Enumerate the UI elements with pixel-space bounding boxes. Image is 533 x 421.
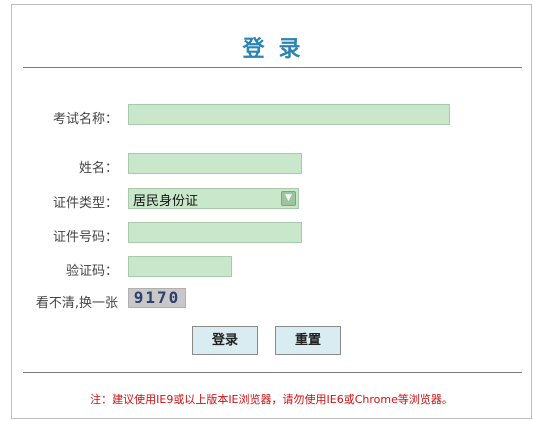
reset-button[interactable]: 重置 <box>275 326 341 355</box>
page-title: 登录 <box>242 37 315 62</box>
id-type-selected-value: 居民身份证 <box>133 194 199 209</box>
name-label: 姓名： <box>78 161 118 176</box>
captcha-input[interactable] <box>128 256 232 277</box>
browser-note: 注：建议使用IE9或以上版本IE浏览器，请勿使用IE6或Chrome等浏览器。 <box>90 393 453 406</box>
captcha-refresh-link[interactable]: 看不清,换一张 <box>12 292 118 311</box>
captcha-image[interactable]: 9170 <box>128 288 186 308</box>
login-panel: 登录 考试名称： 姓名： 证件类型： 居民身份证 ▼ 证件号码： 验证码： 看不… <box>11 4 532 419</box>
login-button[interactable]: 登录 <box>192 326 258 355</box>
id-number-input[interactable] <box>128 222 302 243</box>
exam-name-input[interactable] <box>128 104 450 125</box>
name-input[interactable] <box>128 153 302 174</box>
id-number-label: 证件号码： <box>52 230 118 245</box>
captcha-label: 验证码： <box>65 264 118 279</box>
id-type-label: 证件类型： <box>52 196 118 211</box>
id-type-select[interactable]: 居民身份证 ▼ <box>128 188 299 209</box>
title-divider <box>23 67 522 68</box>
exam-name-label: 考试名称： <box>52 112 118 127</box>
chevron-down-icon[interactable]: ▼ <box>281 191 296 206</box>
footer-divider <box>23 372 522 373</box>
